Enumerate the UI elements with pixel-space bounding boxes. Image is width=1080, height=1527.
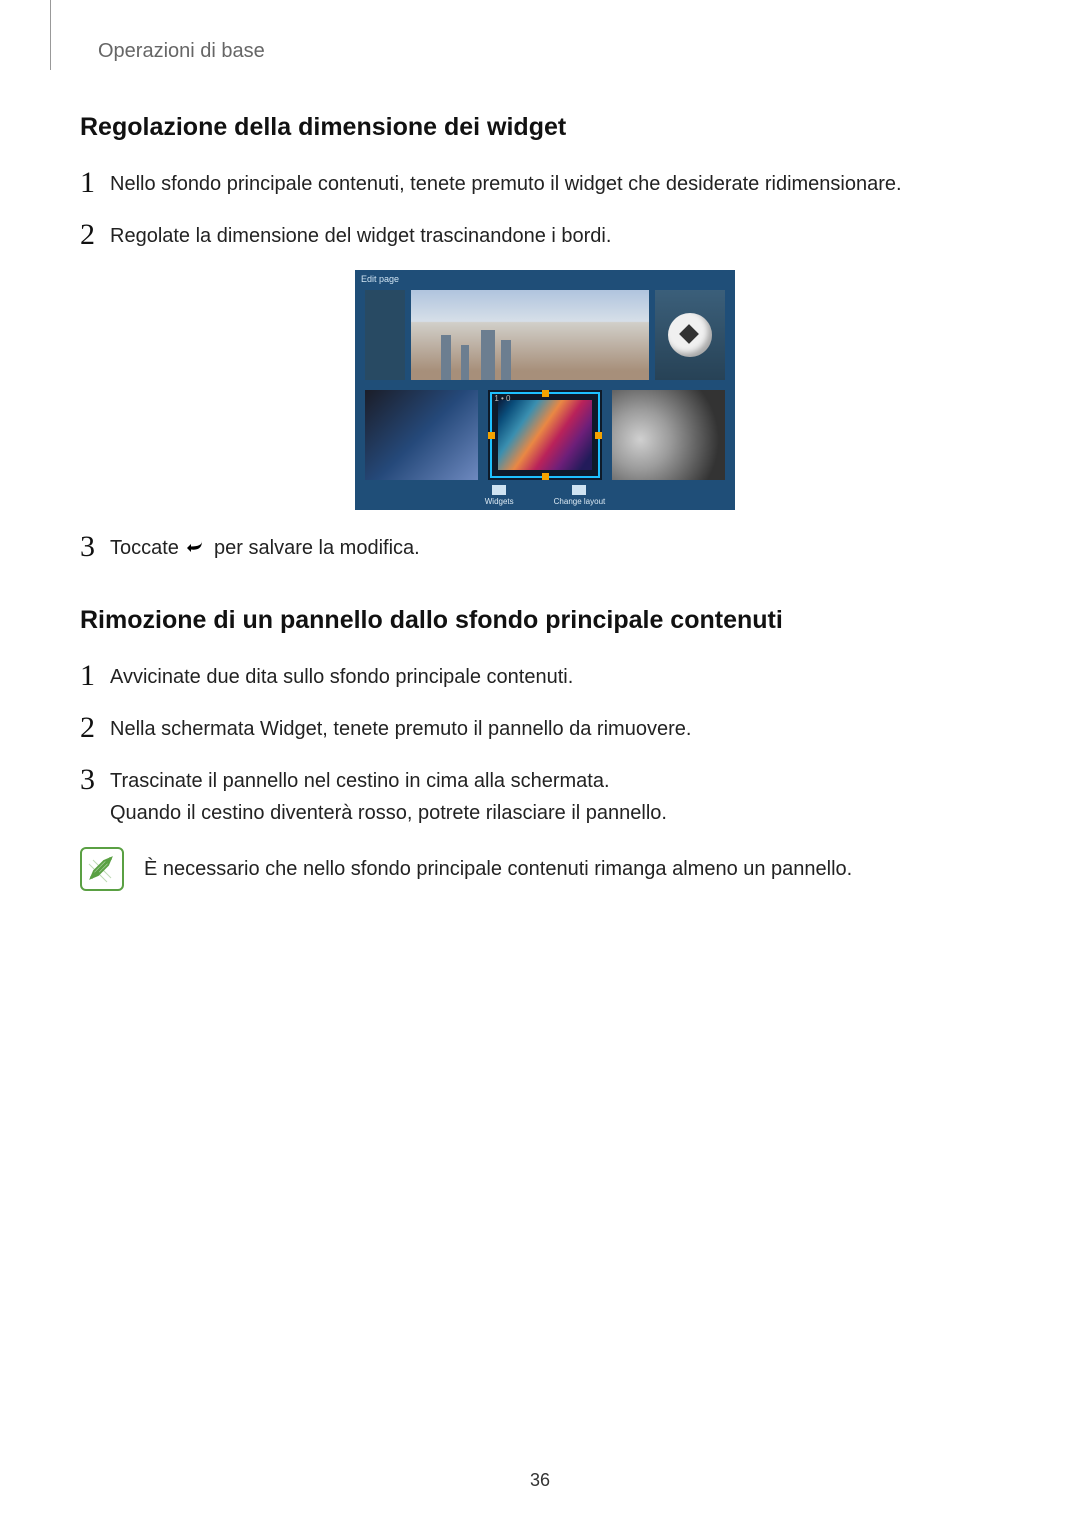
heading-remove-panel: Rimozione di un pannello dallo sfondo pr… [80,606,1010,635]
figure-top-tile [411,290,649,380]
figure-footer-widgets: Widgets [485,485,514,506]
step-2-1: 1 Avvicinate due dita sullo sfondo princ… [80,659,1010,693]
note-icon [80,847,124,891]
step-1-3: 3 Toccate per salvare la modifica. [80,530,1010,566]
figure-side-strip [365,290,405,380]
back-icon [184,534,208,566]
step-number: 2 [80,218,110,252]
figure-header-label: Edit page [361,274,399,284]
step-text-after: per salvare la modifica. [214,537,420,559]
figure-widget-resize: Edit page 1 • 0 [80,270,1010,510]
step-number: 3 [80,530,110,564]
step-1-2: 2 Regolate la dimensione del widget tras… [80,218,1010,252]
step-number: 1 [80,166,110,200]
note-text: È necessario che nello sfondo principale… [144,847,852,885]
step-text-line2: Quando il cestino diventerà rosso, potre… [110,797,667,829]
figure-top-ball-tile [655,290,725,380]
step-text: Regolate la dimensione del widget trasci… [110,218,611,252]
heading-widget-resize: Regolazione della dimensione dei widget [80,113,1010,142]
step-text: Nello sfondo principale contenuti, tenet… [110,166,902,200]
step-text: Avvicinate due dita sullo sfondo princip… [110,659,573,693]
step-2-3: 3 Trascinate il pannello nel cestino in … [80,763,1010,829]
figure-thumb-left [365,390,478,480]
step-text-line1: Trascinate il pannello nel cestino in ci… [110,765,667,797]
figure-footer-widgets-label: Widgets [485,497,514,506]
step-number: 2 [80,711,110,745]
step-text-before: Toccate [110,537,184,559]
step-text: Trascinate il pannello nel cestino in ci… [110,763,667,829]
soccer-ball-icon [668,313,712,357]
figure-footer-change-layout: Change layout [554,485,606,506]
step-number: 3 [80,763,110,797]
note: È necessario che nello sfondo principale… [80,847,1010,891]
step-text: Toccate per salvare la modifica. [110,530,420,566]
page-number: 36 [0,1470,1080,1491]
step-1-1: 1 Nello sfondo principale contenuti, ten… [80,166,1010,200]
figure-footer-change-layout-label: Change layout [554,497,606,506]
breadcrumb: Operazioni di base [98,40,1010,63]
figure-thumb-right [612,390,725,480]
step-number: 1 [80,659,110,693]
step-2-2: 2 Nella schermata Widget, tenete premuto… [80,711,1010,745]
step-text: Nella schermata Widget, tenete premuto i… [110,711,691,745]
figure-selected-widget: 1 • 0 [488,390,601,480]
